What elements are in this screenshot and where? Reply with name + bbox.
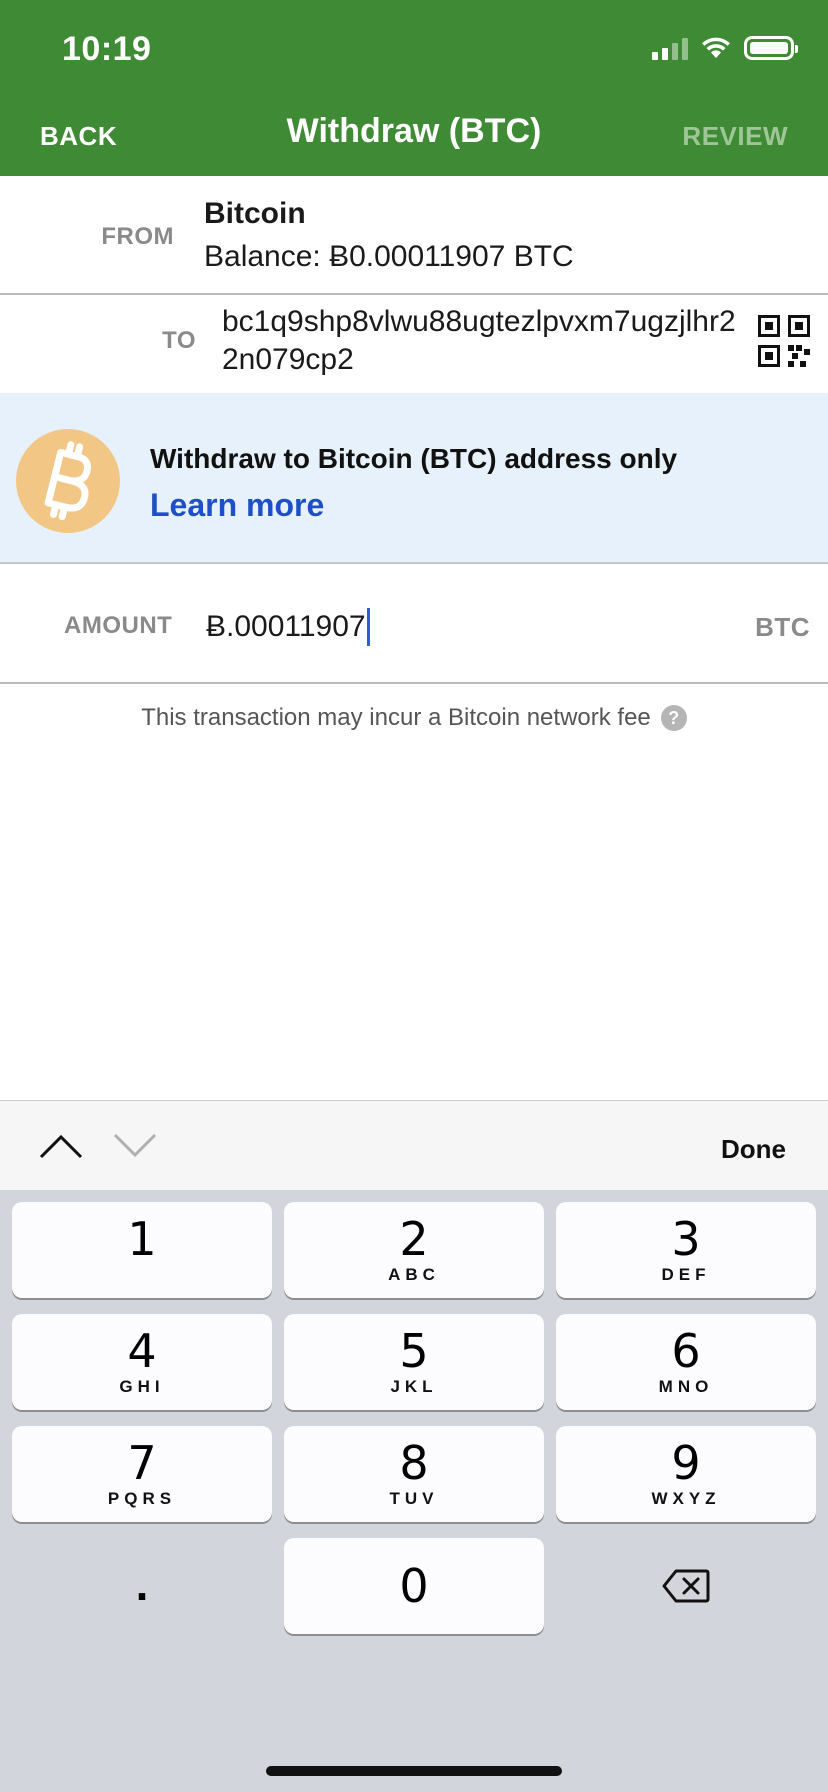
key-number: 6 xyxy=(671,1324,701,1378)
key-5[interactable]: 5 JKL xyxy=(284,1314,544,1410)
key-letters: WXYZ xyxy=(651,1489,721,1508)
key-number: 0 xyxy=(399,1559,429,1613)
key-number: 2 xyxy=(399,1212,429,1266)
done-button[interactable]: Done xyxy=(721,1134,786,1165)
qr-code-icon[interactable] xyxy=(758,315,810,367)
key-8[interactable]: 8 TUV xyxy=(284,1426,544,1522)
key-letters: ABC xyxy=(388,1265,440,1284)
learn-more-link[interactable]: Learn more xyxy=(150,487,324,524)
key-0[interactable]: 0 xyxy=(284,1538,544,1634)
backspace-icon xyxy=(662,1569,710,1603)
to-label: TO xyxy=(162,327,196,354)
key-letters: DEF xyxy=(661,1265,711,1284)
amount-input-value: Ƀ.00011907 xyxy=(206,610,366,643)
network-fee-note: This transaction may incur a Bitcoin net… xyxy=(0,704,828,732)
review-button[interactable]: REVIEW xyxy=(682,121,788,152)
bitcoin-logo-icon xyxy=(16,429,120,533)
help-icon[interactable]: ? xyxy=(660,705,687,731)
key-letters: JKL xyxy=(390,1377,438,1396)
key-7[interactable]: 7 PQRS xyxy=(12,1426,272,1522)
home-indicator xyxy=(266,1766,562,1776)
key-9[interactable]: 9 WXYZ xyxy=(556,1426,816,1522)
keyboard-accessory-bar: Done xyxy=(0,1100,828,1190)
key-letters: PQRS xyxy=(107,1489,177,1508)
amount-unit: BTC xyxy=(755,612,810,642)
key-letters: GHI xyxy=(119,1377,165,1396)
from-account-row[interactable]: FROM Bitcoin Balance: Ƀ0.00011907 BTC xyxy=(0,176,828,295)
delete-key[interactable] xyxy=(556,1538,816,1634)
key-number: 4 xyxy=(127,1324,157,1378)
key-2[interactable]: 2 ABC xyxy=(284,1202,544,1298)
key-1[interactable]: 1 xyxy=(12,1202,272,1298)
address-warning-banner: Withdraw to Bitcoin (BTC) address only L… xyxy=(0,393,828,564)
key-3[interactable]: 3 DEF xyxy=(556,1202,816,1298)
from-account-balance: Balance: Ƀ0.00011907 BTC xyxy=(204,240,574,273)
amount-label: AMOUNT xyxy=(64,612,173,639)
chevron-up-icon[interactable] xyxy=(38,1127,84,1163)
key-number: 7 xyxy=(127,1436,157,1490)
key-number: 9 xyxy=(671,1436,701,1490)
banner-message: Withdraw to Bitcoin (BTC) address only xyxy=(150,443,678,474)
cellular-signal-icon xyxy=(652,36,688,60)
key-number: 8 xyxy=(399,1436,429,1490)
from-label: FROM xyxy=(101,223,174,250)
key-number: 5 xyxy=(399,1324,429,1378)
key-4[interactable]: 4 GHI xyxy=(12,1314,272,1410)
to-address-row[interactable]: TO bc1q9shp8vlwu88ugtezlpvxm7ugzjlhr22n0… xyxy=(0,295,828,393)
chevron-down-icon[interactable] xyxy=(112,1127,158,1163)
status-icons xyxy=(652,36,798,60)
amount-row[interactable]: AMOUNT Ƀ.00011907 BTC xyxy=(0,564,828,684)
key-number: 3 xyxy=(671,1212,701,1266)
battery-icon xyxy=(744,36,798,60)
key-number: 1 xyxy=(127,1212,157,1266)
key-6[interactable]: 6 MNO xyxy=(556,1314,816,1410)
from-account-name: Bitcoin xyxy=(204,197,306,230)
amount-input[interactable]: Ƀ.00011907 xyxy=(206,608,370,646)
text-caret xyxy=(366,608,370,646)
key-decimal[interactable]: . xyxy=(12,1536,272,1632)
to-address-field[interactable]: bc1q9shp8vlwu88ugtezlpvxm7ugzjlhr22n079c… xyxy=(222,303,742,379)
fee-note-text: This transaction may incur a Bitcoin net… xyxy=(141,704,651,731)
key-letters: TUV xyxy=(389,1489,439,1508)
status-time: 10:19 xyxy=(62,30,152,68)
numeric-keypad: 1 2 ABC 3 DEF 4 GHI 5 JKL 6 MNO 7 PQRS 8… xyxy=(0,1190,828,1792)
wifi-icon xyxy=(702,37,730,58)
key-letters: MNO xyxy=(658,1377,714,1396)
header: 10:19 BACK Withdraw (BTC) REVIEW xyxy=(0,0,828,176)
